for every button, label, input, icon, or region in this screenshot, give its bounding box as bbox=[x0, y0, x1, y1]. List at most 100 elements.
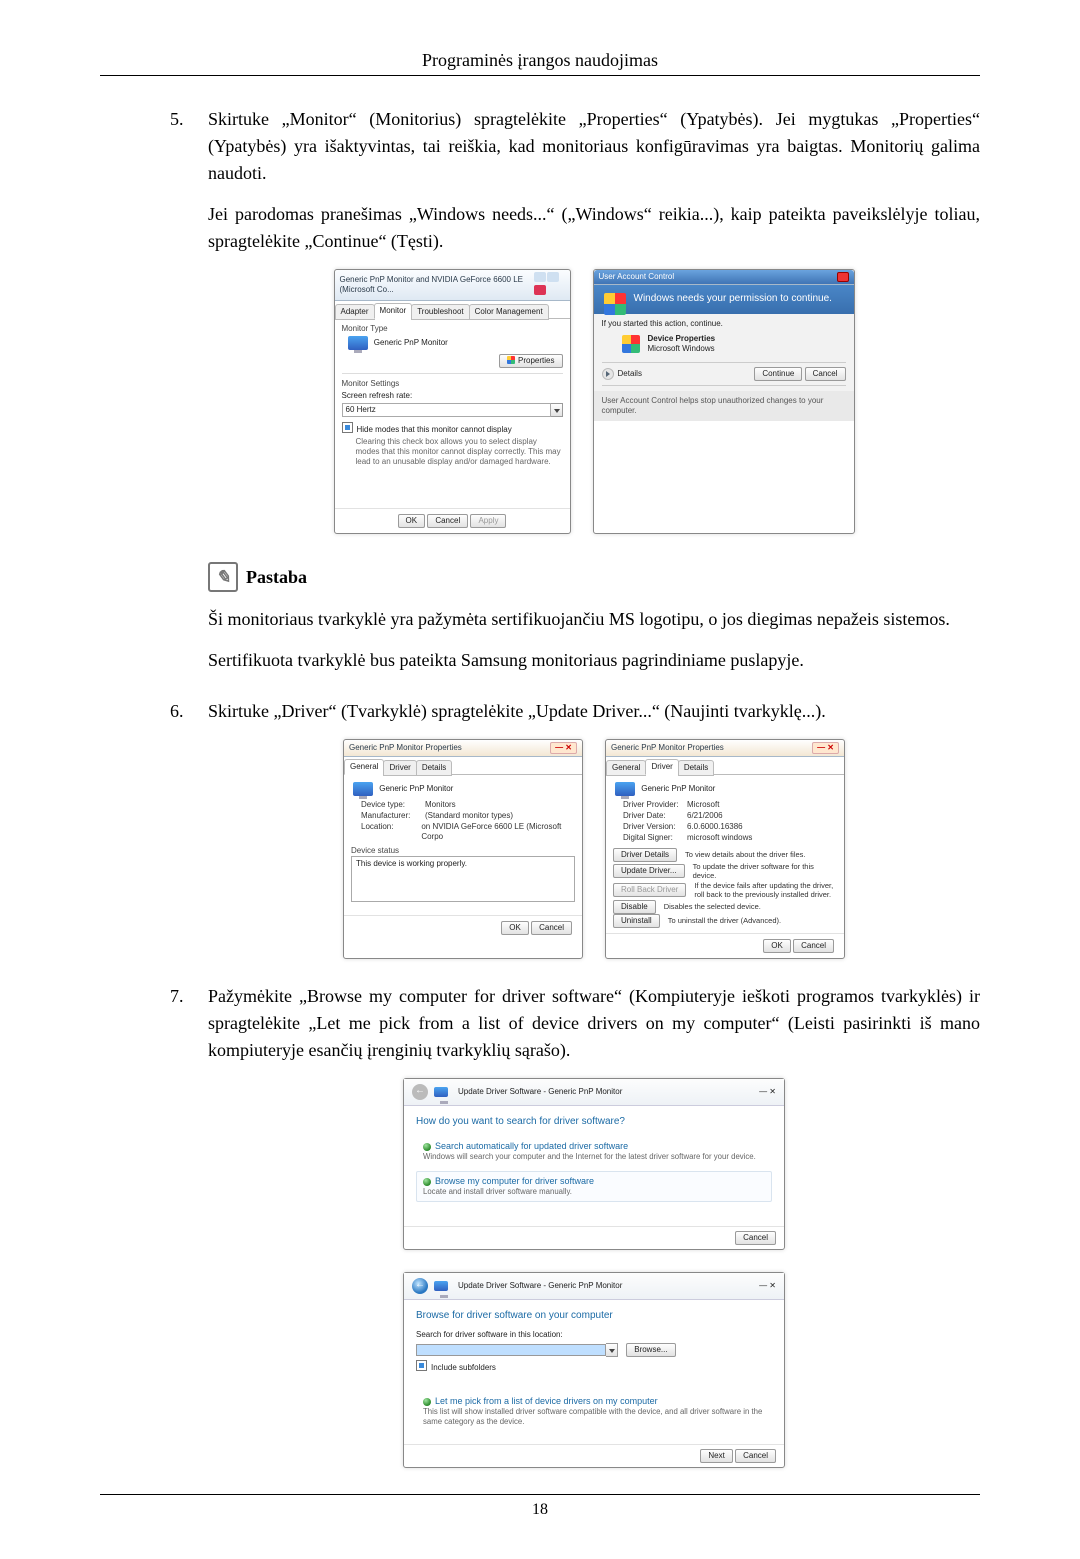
app-icon bbox=[622, 335, 640, 353]
tab-adapter[interactable]: Adapter bbox=[335, 304, 375, 320]
close-icon[interactable]: — ✕ bbox=[550, 742, 577, 754]
fig-wizard-browse: ← Update Driver Software - Generic PnP M… bbox=[403, 1272, 785, 1468]
step-6-number: 6. bbox=[170, 698, 184, 725]
fig4-titlebar: Generic PnP Monitor Properties — ✕ bbox=[606, 740, 844, 757]
ok-button[interactable]: OK bbox=[763, 939, 791, 953]
fig3-titlebar: Generic PnP Monitor Properties — ✕ bbox=[344, 740, 582, 757]
opt-browse[interactable]: Browse my computer for driver software L… bbox=[416, 1171, 772, 1202]
cancel-button[interactable]: Cancel bbox=[531, 921, 572, 935]
step-5-paragraph: Jei parodomas pranešimas „Windows needs.… bbox=[208, 201, 980, 255]
monitor-icon bbox=[353, 782, 373, 796]
back-icon: ← bbox=[412, 1084, 428, 1100]
opt-browse-title: Browse my computer for driver software bbox=[435, 1176, 594, 1186]
wizard-heading: How do you want to search for driver sof… bbox=[416, 1116, 772, 1129]
note-paragraph-1: Ši monitoriaus tvarkyklė yra pažymėta se… bbox=[208, 606, 980, 633]
date-value: 6/21/2006 bbox=[687, 811, 723, 821]
driver-details-button[interactable]: Driver Details bbox=[613, 848, 677, 862]
close-icon[interactable]: — ✕ bbox=[759, 1281, 776, 1291]
arrow-icon bbox=[423, 1398, 431, 1406]
uac-publisher: Microsoft Windows bbox=[648, 344, 716, 354]
max-icon[interactable] bbox=[547, 272, 559, 282]
cancel-button[interactable]: Cancel bbox=[793, 939, 834, 953]
cancel-button[interactable]: Cancel bbox=[427, 514, 468, 528]
close-icon[interactable]: — ✕ bbox=[759, 1087, 776, 1097]
signer-label: Digital Signer: bbox=[623, 833, 681, 843]
uninstall-desc: To uninstall the driver (Advanced). bbox=[668, 916, 781, 925]
update-driver-button[interactable]: Update Driver... bbox=[613, 864, 685, 878]
fig-uac: User Account Control Windows needs your … bbox=[593, 269, 855, 534]
cancel-button[interactable]: Cancel bbox=[805, 367, 846, 381]
arrow-icon bbox=[423, 1178, 431, 1186]
monitor-icon bbox=[615, 782, 635, 796]
cancel-button[interactable]: Cancel bbox=[735, 1231, 776, 1245]
manufacturer-label: Manufacturer: bbox=[361, 811, 419, 821]
search-location-label: Search for driver software in this locat… bbox=[416, 1330, 772, 1340]
tab-monitor[interactable]: Monitor bbox=[374, 303, 413, 319]
device-name: Generic PnP Monitor bbox=[641, 784, 715, 793]
continue-button[interactable]: Continue bbox=[754, 367, 802, 381]
opt-pick-list[interactable]: Let me pick from a list of device driver… bbox=[416, 1391, 772, 1432]
uninstall-button[interactable]: Uninstall bbox=[613, 914, 660, 928]
min-icon[interactable] bbox=[534, 272, 546, 282]
location-value: on NVIDIA GeForce 6600 LE (Microsoft Cor… bbox=[421, 822, 575, 842]
cancel-button[interactable]: Cancel bbox=[735, 1449, 776, 1463]
tab-details[interactable]: Details bbox=[678, 760, 714, 776]
disable-button[interactable]: Disable bbox=[613, 900, 656, 914]
tab-troubleshoot[interactable]: Troubleshoot bbox=[411, 304, 469, 320]
opt-pick-list-title: Let me pick from a list of device driver… bbox=[435, 1396, 658, 1406]
note-paragraph-2: Sertifikuota tvarkyklė bus pateikta Sams… bbox=[208, 647, 980, 674]
tab-driver[interactable]: Driver bbox=[383, 760, 416, 776]
chevron-down-icon[interactable] bbox=[606, 1343, 618, 1357]
fig-monitor-properties: Generic PnP Monitor and NVIDIA GeForce 6… bbox=[334, 269, 571, 534]
update-driver-desc: To update the driver software for this d… bbox=[693, 862, 837, 881]
step-5-text: Skirtuke „Monitor“ (Monitorius) spragtel… bbox=[208, 109, 980, 183]
step-6: 6. Skirtuke „Driver“ (Tvarkyklė) spragte… bbox=[170, 698, 980, 959]
properties-button[interactable]: Properties bbox=[499, 354, 562, 368]
browse-button[interactable]: Browse... bbox=[626, 1343, 675, 1357]
step-6-text: Skirtuke „Driver“ (Tvarkyklė) spragtelėk… bbox=[208, 701, 826, 721]
device-name: Generic PnP Monitor bbox=[379, 784, 453, 793]
step-7-number: 7. bbox=[170, 983, 184, 1010]
fig2-titlebar: User Account Control bbox=[594, 270, 854, 285]
step-5: 5. Skirtuke „Monitor“ (Monitorius) sprag… bbox=[170, 106, 980, 674]
opt-search-auto-title: Search automatically for updated driver … bbox=[435, 1141, 628, 1151]
chevron-down-icon[interactable] bbox=[551, 403, 563, 417]
close-icon[interactable]: — ✕ bbox=[812, 742, 839, 754]
note-icon: ✎ bbox=[208, 562, 238, 592]
version-label: Driver Version: bbox=[623, 822, 681, 832]
close-icon[interactable] bbox=[534, 285, 546, 295]
fig1-titlebar: Generic PnP Monitor and NVIDIA GeForce 6… bbox=[335, 270, 570, 301]
arrow-icon bbox=[423, 1143, 431, 1151]
step-7-text: Pažymėkite „Browse my computer for drive… bbox=[208, 986, 980, 1060]
monitor-icon bbox=[434, 1087, 448, 1097]
location-input[interactable] bbox=[416, 1344, 606, 1356]
monitor-name: Generic PnP Monitor bbox=[374, 338, 448, 347]
opt-pick-list-desc: This list will show installed driver sof… bbox=[423, 1407, 765, 1426]
hide-modes-checkbox[interactable]: Hide modes that this monitor cannot disp… bbox=[342, 422, 563, 435]
provider-label: Driver Provider: bbox=[623, 800, 681, 810]
refresh-rate-select[interactable]: 60 Hertz bbox=[342, 403, 551, 417]
back-icon[interactable]: ← bbox=[412, 1278, 428, 1294]
tab-details[interactable]: Details bbox=[416, 760, 452, 776]
rollback-driver-button: Roll Back Driver bbox=[613, 883, 686, 897]
tab-general[interactable]: General bbox=[606, 760, 646, 776]
tab-driver[interactable]: Driver bbox=[645, 759, 678, 775]
details-toggle[interactable]: Details bbox=[618, 369, 642, 378]
next-button[interactable]: Next bbox=[700, 1449, 732, 1463]
rollback-driver-desc: If the device fails after updating the d… bbox=[694, 881, 837, 900]
close-icon[interactable] bbox=[837, 272, 849, 282]
fig3-title: Generic PnP Monitor Properties bbox=[349, 743, 462, 753]
fig1-tabs: Adapter Monitor Troubleshoot Color Manag… bbox=[335, 301, 570, 319]
include-subfolders-checkbox[interactable]: Include subfolders bbox=[416, 1360, 772, 1373]
opt-search-auto[interactable]: Search automatically for updated driver … bbox=[416, 1136, 772, 1167]
ok-button[interactable]: OK bbox=[501, 921, 529, 935]
step-7: 7. Pažymėkite „Browse my computer for dr… bbox=[170, 983, 980, 1468]
fig2-title: User Account Control bbox=[599, 272, 675, 282]
ok-button[interactable]: OK bbox=[398, 514, 426, 528]
tab-general[interactable]: General bbox=[344, 759, 384, 775]
devtype-label: Device type: bbox=[361, 800, 419, 810]
disable-desc: Disables the selected device. bbox=[664, 902, 761, 911]
fig-driver-tab: Generic PnP Monitor Properties — ✕ Gener… bbox=[605, 739, 845, 959]
chevron-down-icon[interactable] bbox=[602, 368, 614, 380]
tab-color[interactable]: Color Management bbox=[469, 304, 549, 320]
